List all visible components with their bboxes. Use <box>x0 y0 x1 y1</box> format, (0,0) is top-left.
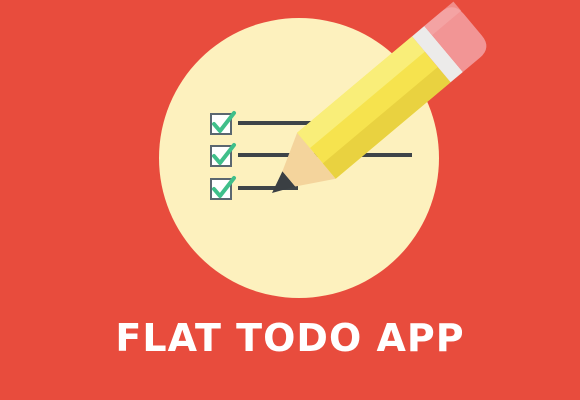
app-title: FLAT TODO APP <box>115 316 465 360</box>
checkbox-2 <box>210 143 236 167</box>
checkbox-1 <box>210 111 236 135</box>
checkbox-3 <box>210 176 236 200</box>
app-banner: FLAT TODO APP <box>0 0 580 400</box>
